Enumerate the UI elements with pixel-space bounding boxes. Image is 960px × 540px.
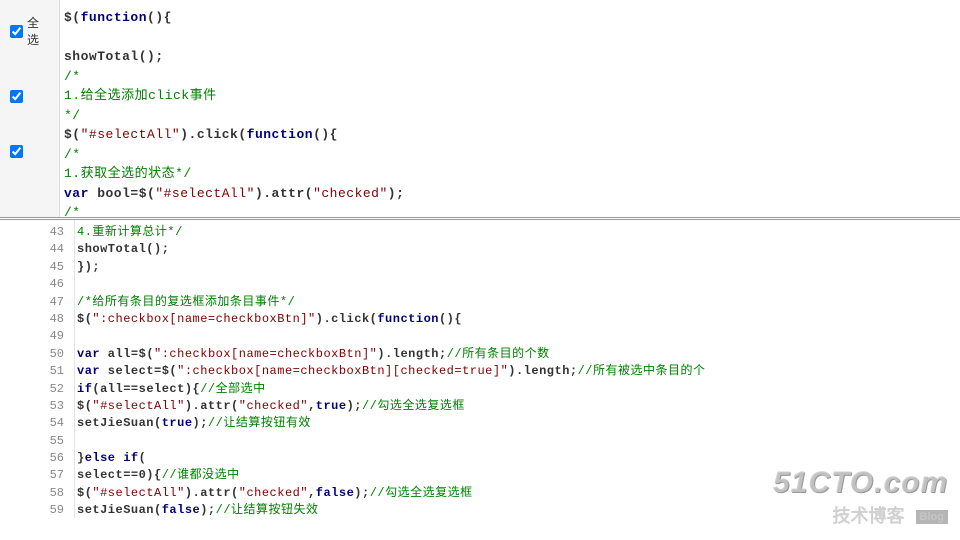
line-number: 51 [0,363,74,380]
code-top-content: $(function(){ showTotal(); /* 1.给全选添加cli… [64,8,956,217]
item-checkbox-1[interactable] [10,90,23,103]
line-number: 46 [0,276,74,293]
select-all-label: 全选 [27,14,49,48]
item-checkbox-2[interactable] [10,145,23,158]
watermark-title: 51CTO.com [773,466,948,500]
watermark-tag: Blog [916,510,948,524]
line-number: 48 [0,311,74,328]
line-number: 55 [0,433,74,450]
line-number: 54 [0,415,74,432]
item-row-1 [0,84,59,109]
line-number: 50 [0,346,74,363]
line-number: 47 [0,294,74,311]
item-row-2 [0,139,59,164]
line-number: 49 [0,328,74,345]
code-editor-top[interactable]: $(function(){ showTotal(); /* 1.给全选添加cli… [60,0,960,217]
line-number: 44 [0,241,74,258]
line-number: 58 [0,485,74,502]
select-all-row: 全选 [0,8,59,54]
line-number: 53 [0,398,74,415]
line-number: 52 [0,381,74,398]
line-number: 43 [0,224,74,241]
watermark-subtitle: 技术博客 Blog [773,502,948,528]
top-panel: 全选 $(function(){ showTotal(); /* 1.给全选添加… [0,0,960,220]
line-number: 59 [0,502,74,518]
select-all-checkbox[interactable] [10,25,23,38]
line-number-gutter: 4344454647484950515253545556575859606162… [0,220,75,518]
sidebar: 全选 [0,0,60,217]
line-number: 56 [0,450,74,467]
line-number: 45 [0,259,74,276]
line-number: 57 [0,467,74,484]
watermark: 51CTO.com 技术博客 Blog [773,466,948,528]
